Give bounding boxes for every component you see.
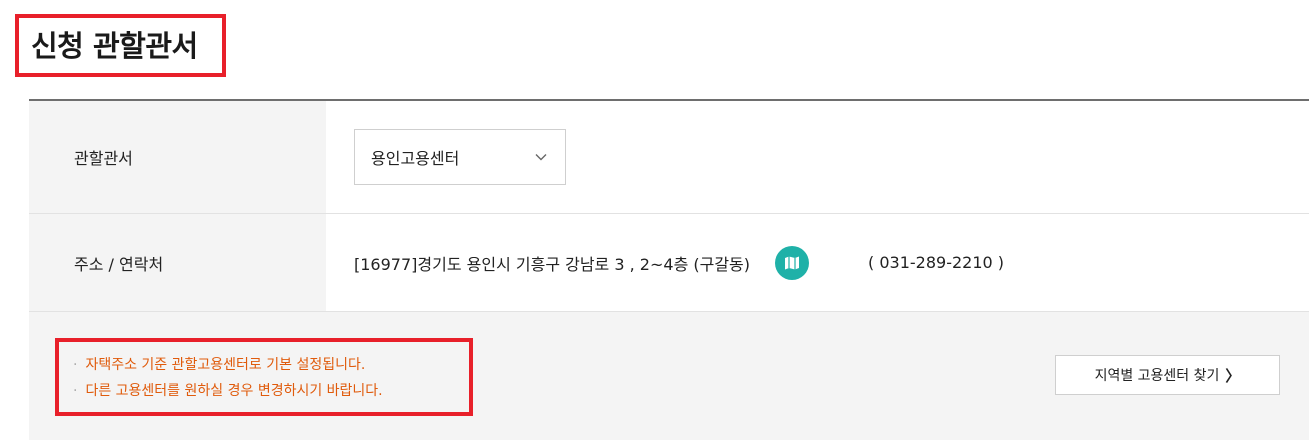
office-cell: 용인고용센터 [326,101,1309,213]
contact-row: 주소 / 연락처 [16977]경기도 용인시 기흥구 강남로 3 , 2~4층… [29,214,1309,312]
notice-line: · 다른 고용센터를 원하실 경우 변경하시기 바랍니다. [73,378,469,404]
office-select[interactable]: 용인고용센터 [354,129,566,185]
find-regional-center-button[interactable]: 지역별 고용센터 찾기 〉 [1055,355,1280,395]
office-row: 관할관서 용인고용센터 [29,101,1309,214]
phone-text: ( 031-289-2210 ) [868,253,1005,272]
bullet: · [73,357,78,373]
notice-highlight-box: · 자택주소 기준 관할고용센터로 기본 설정됩니다. · 다른 고용센터를 원하실… [55,338,473,416]
chevron-down-icon [535,154,547,161]
notice-text: 자택주소 기준 관할고용센터로 기본 설정됩니다. [85,357,366,373]
office-select-value: 용인고용센터 [371,149,460,168]
office-form-table: 관할관서 용인고용센터 주소 / 연락처 [16977]경기도 용인시 기흥구 … [29,99,1309,312]
map-button[interactable] [775,245,810,280]
bullet: · [73,383,78,399]
notice-text: 다른 고용센터를 원하실 경우 변경하시기 바랍니다. [85,383,383,399]
map-icon [785,256,800,269]
notice-line: · 자택주소 기준 관할고용센터로 기본 설정됩니다. [73,352,469,378]
page-title: 신청 관할관서 [31,29,198,63]
contact-cell: [16977]경기도 용인시 기흥구 강남로 3 , 2~4층 (구갈동) ( … [326,214,1309,311]
contact-label: 주소 / 연락처 [29,214,326,311]
find-button-label: 지역별 고용센터 찾기 [1094,368,1220,384]
chevron-right-icon: 〉 [1225,366,1241,385]
notice-area: · 자택주소 기준 관할고용센터로 기본 설정됩니다. · 다른 고용센터를 원하실… [29,312,1309,440]
address-text: [16977]경기도 용인시 기흥구 강남로 3 , 2~4층 (구갈동) [354,254,751,274]
office-label: 관할관서 [29,101,326,213]
